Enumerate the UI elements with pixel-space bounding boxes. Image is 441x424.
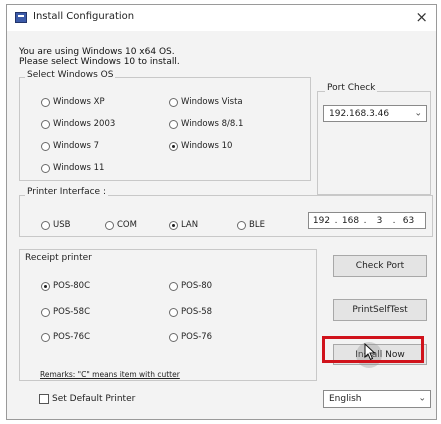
ip-octet-2[interactable]: 168: [338, 216, 363, 226]
radio-dot-selected: [169, 220, 178, 230]
close-icon[interactable]: ×: [415, 8, 428, 26]
port-check-select[interactable]: 192.168.3.46 ⌄: [323, 105, 427, 122]
radio-dot: [41, 163, 50, 173]
chevron-down-icon: ⌄: [418, 393, 426, 404]
radio-label: Windows 8/8.1: [181, 119, 244, 129]
radio-label: BLE: [249, 220, 265, 230]
check-port-button[interactable]: Check Port: [333, 255, 427, 277]
radio-dot: [41, 119, 50, 129]
radio-label: Windows XP: [53, 97, 105, 107]
radio-label: POS-80C: [53, 281, 91, 291]
radio-dot-selected: [41, 281, 50, 291]
radio-lan[interactable]: LAN: [169, 220, 198, 230]
radio-dot: [41, 220, 50, 230]
radio-label: POS-58C: [53, 307, 91, 317]
port-check-value: 192.168.3.46: [329, 108, 390, 119]
radio-windows-8[interactable]: Windows 8/8.1: [169, 119, 243, 129]
language-value: English: [329, 394, 362, 404]
radio-label: USB: [53, 220, 71, 230]
radio-windows-2003[interactable]: Windows 2003: [41, 119, 115, 129]
title-bar: Install Configuration ×: [7, 5, 436, 31]
window-title: Install Configuration: [33, 11, 135, 22]
os-info-line: You are using Windows 10 x64 OS.: [19, 47, 175, 57]
print-self-test-button[interactable]: PrintSelfTest: [333, 299, 427, 321]
ip-octet-3[interactable]: 3: [367, 216, 392, 226]
printer-interface-label: Printer Interface :: [25, 187, 108, 197]
set-default-printer-label: Set Default Printer: [52, 394, 136, 404]
radio-pos-80c[interactable]: POS-80C: [41, 281, 90, 291]
radio-label: LAN: [181, 220, 199, 230]
radio-dot: [169, 119, 178, 129]
radio-dot: [169, 332, 178, 342]
radio-dot: [169, 97, 178, 107]
radio-label: Windows 10: [181, 141, 233, 151]
radio-pos-76c[interactable]: POS-76C: [41, 332, 90, 342]
radio-pos-76[interactable]: POS-76: [169, 332, 212, 342]
chevron-down-icon: ⌄: [414, 108, 422, 118]
radio-usb[interactable]: USB: [41, 220, 70, 230]
radio-dot: [169, 307, 178, 317]
app-window-icon: [15, 12, 27, 23]
radio-dot: [41, 307, 50, 317]
radio-label: Windows 11: [53, 163, 105, 173]
radio-windows-xp[interactable]: Windows XP: [41, 97, 105, 107]
radio-ble[interactable]: BLE: [237, 220, 265, 230]
radio-label: POS-58: [181, 307, 213, 317]
radio-windows-10[interactable]: Windows 10: [169, 141, 232, 151]
cutter-remark: Remarks: "C" means item with cutter: [40, 370, 180, 379]
radio-dot-selected: [169, 141, 178, 151]
radio-dot: [41, 332, 50, 342]
mouse-pointer-icon: [364, 343, 376, 361]
radio-dot: [169, 281, 178, 291]
radio-label: POS-76C: [53, 332, 91, 342]
radio-label: COM: [117, 220, 137, 230]
receipt-printer-label: Receipt printer: [25, 253, 92, 263]
radio-label: POS-80: [181, 281, 213, 291]
radio-label: Windows 2003: [53, 119, 116, 129]
radio-label: Windows 7: [53, 141, 100, 151]
os-group-label: Select Windows OS: [25, 70, 116, 80]
ip-address-field[interactable]: 192 . 168 . 3 . 63: [308, 212, 426, 229]
radio-pos-58[interactable]: POS-58: [169, 307, 212, 317]
radio-label: POS-76: [181, 332, 213, 342]
radio-dot: [237, 220, 246, 230]
ip-octet-4[interactable]: 63: [396, 216, 421, 226]
ip-octet-1[interactable]: 192: [309, 216, 334, 226]
radio-dot: [41, 97, 50, 107]
radio-windows-7[interactable]: Windows 7: [41, 141, 99, 151]
port-check-label: Port Check: [325, 83, 378, 93]
set-default-printer-checkbox[interactable]: Set Default Printer: [39, 394, 135, 404]
radio-com[interactable]: COM: [105, 220, 137, 230]
radio-dot: [41, 141, 50, 151]
language-select[interactable]: English ⌄: [323, 390, 431, 408]
radio-pos-58c[interactable]: POS-58C: [41, 307, 90, 317]
radio-windows-11[interactable]: Windows 11: [41, 163, 104, 173]
checkbox-box: [39, 394, 49, 404]
radio-dot: [105, 220, 114, 230]
radio-label: Windows Vista: [181, 97, 243, 107]
radio-windows-vista[interactable]: Windows Vista: [169, 97, 243, 107]
os-instruction-line: Please select Windows 10 to install.: [19, 57, 180, 67]
radio-pos-80[interactable]: POS-80: [169, 281, 212, 291]
